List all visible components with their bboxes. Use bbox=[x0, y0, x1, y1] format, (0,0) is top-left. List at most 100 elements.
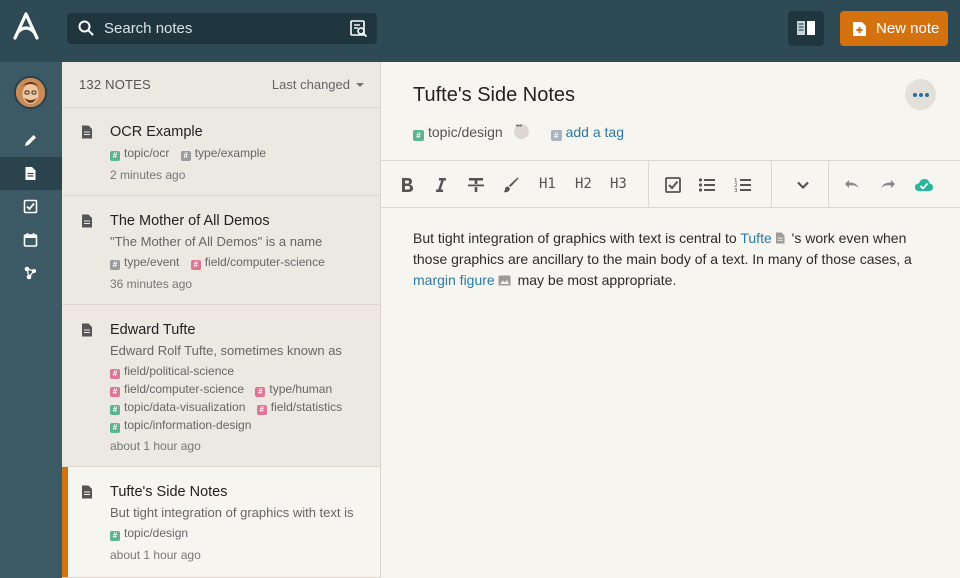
note-tags: # field/political-science bbox=[110, 364, 242, 379]
app-header: Search notes New note bbox=[0, 0, 960, 62]
note-time: about 1 hour ago bbox=[110, 548, 201, 562]
redo-icon[interactable] bbox=[878, 175, 898, 195]
tag[interactable]: # type/example bbox=[180, 146, 267, 161]
note-time: 36 minutes ago bbox=[110, 277, 193, 291]
app-logo-icon[interactable] bbox=[12, 12, 40, 42]
tufte-link[interactable]: Tufte bbox=[740, 230, 771, 246]
brush-icon[interactable] bbox=[501, 175, 521, 195]
tag[interactable]: # field/computer-science bbox=[190, 255, 325, 270]
cloud-sync-icon bbox=[915, 179, 933, 191]
hash-icon: # bbox=[110, 151, 120, 161]
bold-icon[interactable] bbox=[397, 175, 417, 195]
numbered-list-icon[interactable]: 1 2 3 bbox=[733, 175, 753, 195]
tag[interactable]: # field/political-science bbox=[110, 364, 234, 379]
document-icon bbox=[25, 167, 36, 180]
bullet-list-icon[interactable] bbox=[697, 175, 717, 195]
hash-icon: # bbox=[110, 531, 120, 541]
tag-label: topic/information-design bbox=[124, 418, 252, 432]
tag-label: topic/design bbox=[428, 124, 503, 140]
advanced-search-icon[interactable] bbox=[349, 19, 368, 38]
tag-label: topic/ocr bbox=[124, 146, 170, 160]
add-tag-label: add a tag bbox=[565, 124, 624, 140]
note-tags: # topic/design bbox=[110, 526, 196, 541]
note-body[interactable]: But tight integration of graphics with t… bbox=[413, 228, 933, 291]
italic-icon[interactable] bbox=[431, 175, 451, 195]
dot-icon bbox=[925, 93, 929, 97]
note-time: 2 minutes ago bbox=[110, 168, 186, 182]
note-preview: Edward Rolf Tufte, sometimes known as bbox=[110, 343, 342, 358]
note-list: 132 NOTES Last changed OCR Example # topi… bbox=[62, 62, 381, 578]
note-tags: # field/computer-science # type/human bbox=[110, 382, 340, 397]
note-preview: "The Mother of All Demos" is a name bbox=[110, 234, 323, 249]
dot-icon bbox=[913, 93, 917, 97]
note-tags: # topic/information-design bbox=[110, 418, 259, 433]
nav-notes[interactable] bbox=[0, 157, 62, 190]
note-title: Edward Tufte bbox=[110, 322, 196, 338]
tag[interactable]: # topic/design bbox=[413, 124, 503, 141]
note-title-heading[interactable]: Tufte's Side Notes bbox=[413, 84, 575, 107]
tag-label: type/event bbox=[124, 255, 180, 269]
search-bar[interactable]: Search notes bbox=[67, 13, 377, 44]
left-nav bbox=[0, 62, 62, 578]
more-options-button[interactable] bbox=[905, 79, 936, 110]
note-list-item[interactable]: The Mother of All Demos "The Mother of A… bbox=[62, 196, 380, 305]
new-note-label: New note bbox=[876, 20, 940, 37]
hash-icon: # bbox=[110, 387, 120, 397]
nav-calendar[interactable] bbox=[0, 223, 62, 256]
tag-label: field/computer-science bbox=[124, 382, 245, 396]
tag-label: topic/data-visualization bbox=[124, 400, 246, 414]
note-list-item-selected[interactable]: Tufte's Side Notes But tight integration… bbox=[62, 467, 380, 578]
hash-icon: # bbox=[255, 387, 266, 397]
search-placeholder[interactable]: Search notes bbox=[104, 20, 192, 37]
toggle-layout-button[interactable] bbox=[788, 11, 824, 46]
tag-label: field/computer-science bbox=[204, 255, 325, 269]
tag-label: field/political-science bbox=[124, 364, 235, 378]
editor-tags: #topic/design #add a tag bbox=[413, 123, 624, 141]
calendar-icon bbox=[23, 233, 38, 247]
document-icon bbox=[82, 214, 92, 228]
selected-indicator bbox=[62, 467, 68, 577]
toolbar-divider bbox=[828, 161, 829, 208]
tag[interactable]: # type/event bbox=[110, 255, 179, 270]
h2-button[interactable]: H2 bbox=[575, 176, 592, 192]
tag[interactable]: # topic/design bbox=[110, 526, 188, 541]
hash-icon: # bbox=[550, 130, 562, 141]
chevron-down-icon[interactable] bbox=[793, 175, 813, 195]
toolbar-divider bbox=[648, 161, 649, 208]
checkbox-icon[interactable] bbox=[663, 175, 683, 195]
tag-label: type/human bbox=[269, 382, 333, 396]
h1-button[interactable]: H1 bbox=[539, 176, 556, 192]
sort-dropdown[interactable]: Last changed bbox=[272, 77, 364, 92]
image-icon bbox=[498, 275, 511, 286]
h3-button[interactable]: H3 bbox=[610, 176, 627, 192]
formatting-toolbar: H1 H2 H3 1 2 3 bbox=[381, 160, 960, 208]
add-tag-link[interactable]: # add a tag bbox=[550, 124, 624, 141]
note-title: OCR Example bbox=[110, 124, 203, 140]
nav-tasks[interactable] bbox=[0, 190, 62, 223]
hash-icon: # bbox=[110, 260, 120, 270]
tag-label: type/example bbox=[194, 146, 267, 160]
tag[interactable]: # type/human bbox=[255, 382, 332, 397]
hash-icon: # bbox=[180, 151, 191, 161]
nav-edit[interactable] bbox=[0, 124, 62, 157]
note-list-item[interactable]: OCR Example # topic/ocr # type/example 2 m… bbox=[62, 108, 380, 196]
undo-icon[interactable] bbox=[842, 175, 862, 195]
margin-figure-link[interactable]: margin figure bbox=[413, 272, 495, 288]
note-title: The Mother of All Demos bbox=[110, 213, 270, 229]
nav-graph[interactable] bbox=[0, 256, 62, 289]
tag[interactable]: # field/statistics bbox=[256, 400, 342, 415]
new-note-button[interactable]: New note bbox=[840, 11, 948, 46]
dot-icon bbox=[919, 93, 923, 97]
tag[interactable]: # topic/data-visualization bbox=[110, 400, 245, 415]
avatar[interactable] bbox=[14, 76, 47, 109]
note-tags: # topic/data-visualization # field/statist… bbox=[110, 400, 350, 415]
tag[interactable]: # topic/ocr bbox=[110, 146, 169, 161]
graph-icon bbox=[24, 266, 36, 280]
note-list-item[interactable]: Edward Tufte Edward Rolf Tufte, sometime… bbox=[62, 305, 380, 467]
tag-options-icon[interactable] bbox=[513, 123, 529, 139]
strikethrough-icon[interactable] bbox=[466, 175, 486, 195]
note-preview: But tight integration of graphics with t… bbox=[110, 505, 354, 520]
note-time: about 1 hour ago bbox=[110, 439, 201, 453]
tag[interactable]: # topic/information-design bbox=[110, 418, 251, 433]
tag[interactable]: # field/computer-science bbox=[110, 382, 244, 397]
